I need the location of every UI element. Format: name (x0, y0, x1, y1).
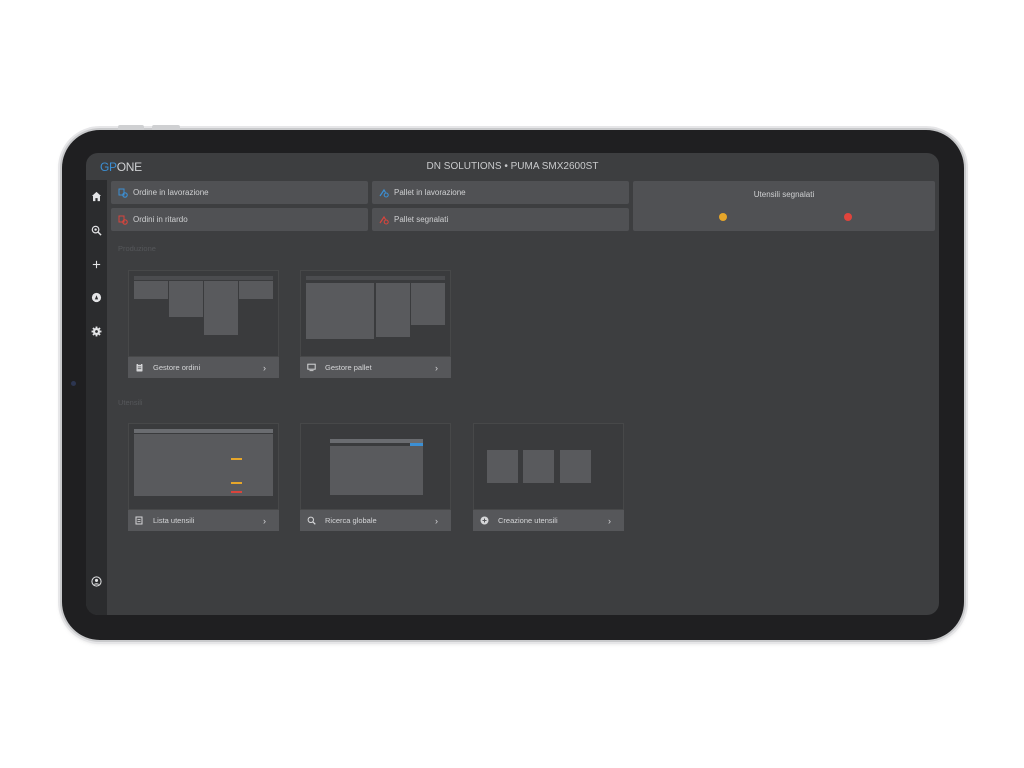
plus-circle-icon (480, 516, 489, 525)
flagged-tools-title: Utensili segnalati (753, 190, 815, 199)
error-indicator-icon[interactable] (844, 213, 852, 221)
tile-global-search[interactable]: Ricerca globale › (300, 423, 451, 533)
list-tool-icon (135, 516, 144, 525)
circle-tool-icon (91, 292, 102, 303)
sidebar-item-tool[interactable] (90, 291, 103, 304)
tile-order-manager[interactable]: Gestore ordini › (128, 270, 279, 380)
sidebar (86, 180, 107, 615)
section-label-production: Produzione (118, 244, 156, 253)
app-screen: GPONE DN SOLUTIONS • PUMA SMX2600ST Ordi… (86, 153, 939, 615)
tile-bar[interactable]: Gestore ordini › (128, 357, 279, 378)
search-gear-icon (307, 516, 316, 525)
global-search-preview (300, 423, 451, 510)
card-label: Pallet in lavorazione (394, 188, 466, 197)
gear-icon (91, 326, 102, 337)
user-icon (91, 576, 102, 587)
order-manager-preview (128, 270, 279, 357)
tile-label: Creazione utensili (498, 516, 558, 525)
tile-label: Gestore ordini (153, 363, 201, 372)
search-gear-icon (91, 225, 102, 236)
power-button (152, 125, 180, 130)
card-order-in-progress[interactable]: Ordine in lavorazione (111, 181, 368, 204)
top-bar: GPONE DN SOLUTIONS • PUMA SMX2600ST (86, 153, 939, 180)
tile-pallet-manager[interactable]: Gestore pallet › (300, 270, 451, 380)
card-label: Ordine in lavorazione (133, 188, 209, 197)
plus-icon (92, 260, 101, 269)
tile-bar[interactable]: Creazione utensili › (473, 510, 624, 531)
chevron-right-icon: › (435, 362, 438, 373)
tile-bar[interactable]: Gestore pallet › (300, 357, 451, 378)
tile-label: Gestore pallet (325, 363, 372, 372)
sidebar-item-home[interactable] (90, 190, 103, 203)
chevron-right-icon: › (263, 362, 266, 373)
chevron-right-icon: › (608, 515, 611, 526)
monitor-icon (307, 363, 316, 372)
machine-title: DN SOLUTIONS • PUMA SMX2600ST (426, 161, 599, 172)
chevron-right-icon: › (263, 515, 266, 526)
pallet-gear-icon (379, 188, 389, 198)
warning-indicator-icon[interactable] (719, 213, 727, 221)
create-tools-preview (473, 423, 624, 510)
order-alert-icon (118, 215, 128, 225)
tile-label: Ricerca globale (325, 516, 377, 525)
flagged-tools-card[interactable]: Utensili segnalati (633, 181, 935, 231)
tile-create-tools[interactable]: Creazione utensili › (473, 423, 624, 533)
card-pallet-in-progress[interactable]: Pallet in lavorazione (372, 181, 629, 204)
camera (71, 381, 76, 386)
sidebar-item-account[interactable] (90, 575, 103, 588)
sidebar-item-global-search[interactable] (90, 224, 103, 237)
home-icon (91, 191, 102, 202)
chevron-right-icon: › (435, 515, 438, 526)
tile-label: Lista utensili (153, 516, 195, 525)
tool-list-preview (128, 423, 279, 510)
tile-tool-list[interactable]: Lista utensili › (128, 423, 279, 533)
card-label: Pallet segnalati (394, 215, 449, 224)
sidebar-item-settings[interactable] (90, 325, 103, 338)
sidebar-item-add[interactable] (90, 258, 103, 271)
card-flagged-pallets[interactable]: Pallet segnalati (372, 208, 629, 231)
pallet-manager-preview (300, 270, 451, 357)
pallet-alert-icon (379, 215, 389, 225)
clipboard-icon (135, 363, 144, 372)
section-label-tools: Utensili (118, 398, 143, 407)
order-gear-icon (118, 188, 128, 198)
card-label: Ordini in ritardo (133, 215, 188, 224)
tile-bar[interactable]: Lista utensili › (128, 510, 279, 531)
card-late-orders[interactable]: Ordini in ritardo (111, 208, 368, 231)
volume-button (118, 125, 144, 130)
tile-bar[interactable]: Ricerca globale › (300, 510, 451, 531)
